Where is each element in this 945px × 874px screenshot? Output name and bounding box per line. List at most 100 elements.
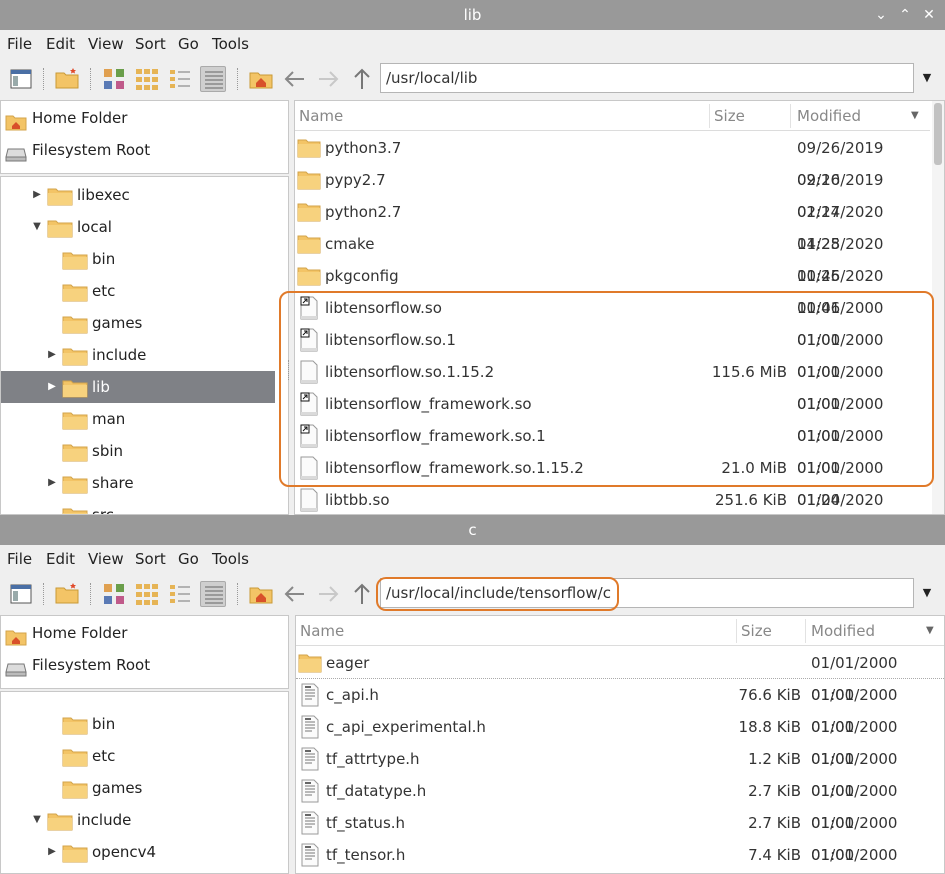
- tree-item-bin[interactable]: bin: [1, 708, 275, 740]
- new-window-button[interactable]: [8, 66, 34, 92]
- menu-edit[interactable]: Edit: [46, 30, 75, 58]
- close-button[interactable]: ✕: [917, 0, 941, 30]
- detailed-list-view-button[interactable]: [200, 66, 226, 92]
- forward-button[interactable]: [315, 581, 341, 607]
- place-home-folder[interactable]: Home Folder: [5, 102, 127, 134]
- location-bar[interactable]: /usr/local/include/tensorflow/c: [380, 578, 914, 608]
- tree-item-man[interactable]: man: [1, 403, 275, 435]
- tree-scrollbar[interactable]: [274, 692, 286, 873]
- menu-edit[interactable]: Edit: [46, 545, 75, 573]
- location-history-dropdown[interactable]: ▼: [914, 578, 940, 608]
- location-history-dropdown[interactable]: ▼: [914, 63, 940, 93]
- thumbnail-view-button[interactable]: [134, 581, 160, 607]
- file-row[interactable]: libtensorflow_framework.so 01/01/2000 01:…: [295, 388, 930, 445]
- menu-tools[interactable]: Tools: [212, 545, 249, 573]
- place-filesystem-root[interactable]: Filesystem Root: [5, 649, 150, 681]
- place-filesystem-root[interactable]: Filesystem Root: [5, 134, 150, 166]
- pane-resize-handle[interactable]: [288, 360, 290, 380]
- file-row[interactable]: libtensorflow.so 01/01/2000 01:00: [295, 292, 930, 349]
- file-row[interactable]: tf_status.h 2.7 KiB 01/01/2000 01:00: [296, 807, 944, 864]
- tree-item-sbin[interactable]: sbin: [1, 435, 275, 467]
- tree-item-games[interactable]: games: [1, 772, 275, 804]
- back-button[interactable]: [282, 581, 308, 607]
- icon-view-button[interactable]: [101, 581, 127, 607]
- file-row[interactable]: libtensorflow_framework.so.1.15.2 21.0 Mi…: [295, 452, 930, 509]
- minimize-button[interactable]: ⌄: [869, 0, 893, 30]
- new-window-button[interactable]: [8, 581, 34, 607]
- menu-go[interactable]: Go: [178, 545, 199, 573]
- tree-item-share[interactable]: ▶ share: [1, 467, 275, 499]
- expand-arrow-icon[interactable]: ▶: [46, 467, 58, 499]
- file-row[interactable]: libtbb.so 251.6 KiB 01/24/2020 18:21: [295, 484, 930, 514]
- new-folder-button[interactable]: [54, 581, 80, 607]
- menu-file[interactable]: File: [7, 545, 32, 573]
- column-size[interactable]: Size: [741, 616, 772, 646]
- menu-sort[interactable]: Sort: [135, 545, 166, 573]
- tree-item-python3-7[interactable]: ▶ python3.7: [1, 868, 275, 873]
- place-home-folder[interactable]: Home Folder: [5, 617, 127, 649]
- column-name[interactable]: Name: [299, 101, 343, 131]
- menu-file[interactable]: File: [7, 30, 32, 58]
- menu-tools[interactable]: Tools: [212, 30, 249, 58]
- title-bar[interactable]: lib ⌄ ⌃ ✕: [0, 0, 945, 30]
- tree-item-opencv4[interactable]: ▶ opencv4: [1, 836, 275, 868]
- file-row[interactable]: eager 01/01/2000 01:00: [296, 647, 944, 704]
- tree-item-lib[interactable]: ▶ lib: [1, 371, 275, 403]
- maximize-button[interactable]: ⌃: [893, 0, 917, 30]
- thumbnail-view-button[interactable]: [134, 66, 160, 92]
- tree-item-include[interactable]: ▶ include: [1, 339, 275, 371]
- compact-view-button[interactable]: [167, 66, 193, 92]
- file-row[interactable]: tf_attrtype.h 1.2 KiB 01/01/2000 01:00: [296, 743, 944, 800]
- tree-item-games[interactable]: games: [1, 307, 275, 339]
- file-row[interactable]: python2.7 01/24/2020 14:28: [295, 196, 930, 253]
- file-row[interactable]: libtensorflow_framework.so.1 01/01/2000 0…: [295, 420, 930, 477]
- tree-item-bin[interactable]: bin: [1, 243, 275, 275]
- up-button[interactable]: [349, 581, 375, 607]
- icon-view-button[interactable]: [101, 66, 127, 92]
- file-row[interactable]: tf_tensor.h 7.4 KiB 01/01/2000 01:00: [296, 839, 944, 871]
- file-row[interactable]: pypy2.7 09/26/2019 02:17: [295, 164, 930, 221]
- expand-arrow-icon[interactable]: ▶: [46, 371, 58, 403]
- file-row[interactable]: c_api.h 76.6 KiB 01/01/2000 01:00: [296, 679, 944, 736]
- column-name[interactable]: Name: [300, 616, 344, 646]
- column-modified[interactable]: Modified: [811, 616, 875, 646]
- file-row[interactable]: python3.7 09/26/2019 02:10: [295, 132, 930, 189]
- file-row[interactable]: libtensorflow.so.1 01/01/2000 01:00: [295, 324, 930, 381]
- scrollbar-thumb[interactable]: [934, 103, 942, 165]
- tree-item-local[interactable]: ▼ local: [1, 211, 275, 243]
- expand-arrow-icon[interactable]: ▶: [46, 836, 58, 868]
- new-folder-button[interactable]: [54, 66, 80, 92]
- tree-item-src[interactable]: src: [1, 499, 275, 514]
- up-button[interactable]: [349, 66, 375, 92]
- file-row[interactable]: pkgconfig 01/25/2020 10:46: [295, 260, 930, 317]
- home-button[interactable]: [248, 66, 274, 92]
- expand-arrow-icon[interactable]: ▶: [31, 179, 43, 211]
- title-bar[interactable]: c: [0, 515, 945, 545]
- tree-item-etc[interactable]: etc: [1, 740, 275, 772]
- menu-sort[interactable]: Sort: [135, 30, 166, 58]
- file-row[interactable]: c_api_experimental.h 18.8 KiB 01/01/2000 0…: [296, 711, 944, 768]
- menu-view[interactable]: View: [88, 30, 124, 58]
- collapse-arrow-icon[interactable]: ▼: [31, 804, 43, 836]
- location-bar[interactable]: /usr/local/lib: [380, 63, 914, 93]
- menu-view[interactable]: View: [88, 545, 124, 573]
- file-row[interactable]: tf_datatype.h 2.7 KiB 01/01/2000 01:00: [296, 775, 944, 832]
- file-list-scrollbar[interactable]: [932, 101, 944, 514]
- tree-item-include[interactable]: ▼ include: [1, 804, 275, 836]
- tree-item-libexec[interactable]: ▶ libexec: [1, 179, 275, 211]
- column-size[interactable]: Size: [714, 101, 745, 131]
- tree-item-etc[interactable]: etc: [1, 275, 275, 307]
- expand-arrow-icon[interactable]: ▶: [46, 868, 58, 873]
- compact-view-button[interactable]: [167, 581, 193, 607]
- file-row[interactable]: cmake 01/25/2020 10:46: [295, 228, 930, 285]
- tree-scrollbar[interactable]: [274, 177, 286, 514]
- home-button[interactable]: [248, 581, 274, 607]
- detailed-list-view-button[interactable]: [200, 581, 226, 607]
- forward-button[interactable]: [315, 66, 341, 92]
- menu-go[interactable]: Go: [178, 30, 199, 58]
- column-modified[interactable]: Modified: [797, 101, 861, 131]
- file-row[interactable]: libtensorflow.so.1.15.2 115.6 MiB 01/01/20…: [295, 356, 930, 413]
- collapse-arrow-icon[interactable]: ▼: [31, 211, 43, 243]
- expand-arrow-icon[interactable]: ▶: [46, 339, 58, 371]
- back-button[interactable]: [282, 66, 308, 92]
